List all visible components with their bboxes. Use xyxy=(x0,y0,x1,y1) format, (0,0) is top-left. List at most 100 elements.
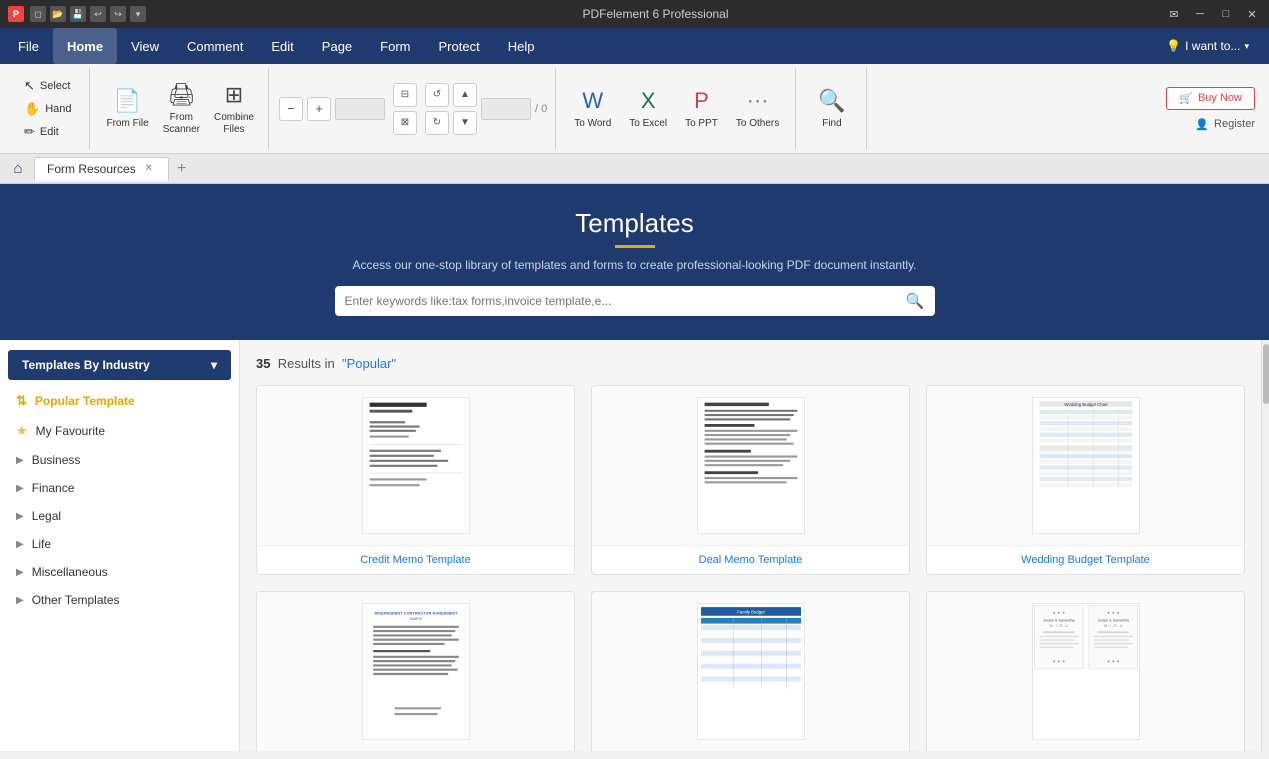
svg-text:INDEPENDENT CONTRACTOR AGREEME: INDEPENDENT CONTRACTOR AGREEMENT xyxy=(374,610,458,615)
svg-text:✦ ✦ ✦: ✦ ✦ ✦ xyxy=(1106,659,1120,664)
menu-page[interactable]: Page xyxy=(308,28,366,64)
rotate-right-button[interactable]: ↻ xyxy=(425,111,449,135)
zoom-in-button[interactable]: + xyxy=(307,97,331,121)
sidebar: Templates By Industry ▾ ⇅ Popular Templa… xyxy=(0,340,240,751)
i-want-to[interactable]: 💡 I want to... ▾ xyxy=(1158,35,1257,57)
sidebar-item-finance[interactable]: ▶ Finance xyxy=(0,474,239,502)
register-button[interactable]: 👤 Register xyxy=(1195,118,1255,131)
sidebar-business-label: Business xyxy=(32,453,81,467)
template-name-1: Credit Memo Template xyxy=(257,546,574,574)
menu-protect[interactable]: Protect xyxy=(425,28,494,64)
form-resources-tab[interactable]: Form Resources ✕ xyxy=(34,157,169,181)
templates-container: Templates Access our one-stop library of… xyxy=(0,184,1269,751)
minimize-button[interactable]: ─ xyxy=(1191,6,1209,22)
quick-access-more[interactable]: ▾ xyxy=(130,6,146,22)
open-icon[interactable]: 📂 xyxy=(50,6,66,22)
sidebar-item-favourite[interactable]: ★ My Favourite xyxy=(0,416,239,446)
sidebar-item-life[interactable]: ▶ Life xyxy=(0,530,239,558)
template-card-wedding-budget[interactable]: Wedding Budget Chart xyxy=(926,385,1245,575)
redo-icon[interactable]: ↪ xyxy=(110,6,126,22)
template-card-deal-memo[interactable]: Deal Memo Template xyxy=(591,385,910,575)
add-tab-button[interactable]: + xyxy=(171,158,193,180)
menu-comment[interactable]: Comment xyxy=(173,28,257,64)
template-name-3: Wedding Budget Template xyxy=(927,546,1244,574)
tools-group: ↖ Select ✋ Hand ✏ Edit xyxy=(6,68,90,149)
email-icon[interactable]: ✉ xyxy=(1165,6,1183,22)
template-card-wedding-program[interactable]: ✦ ✦ ✦ ✦ ✦ ✦ Jordan & Samantha Jordan & S… xyxy=(926,591,1245,751)
template-card-credit-memo[interactable]: Credit Memo Template xyxy=(256,385,575,575)
menu-home[interactable]: Home xyxy=(53,28,117,64)
menu-edit[interactable]: Edit xyxy=(257,28,307,64)
buy-now-button[interactable]: 🛒 Buy Now xyxy=(1166,87,1255,110)
arrow-icon: ▶ xyxy=(16,511,24,522)
sidebar-chevron-icon: ▾ xyxy=(211,358,217,372)
search-icon[interactable]: 🔍 xyxy=(906,292,925,310)
menu-form[interactable]: Form xyxy=(366,28,424,64)
close-button[interactable]: ✕ xyxy=(1243,6,1261,22)
hand-button[interactable]: ✋ Hand xyxy=(18,99,77,119)
chevron-down-icon: ▾ xyxy=(1244,41,1249,52)
tab-label: Form Resources xyxy=(47,162,136,176)
search-input[interactable] xyxy=(345,294,900,308)
from-scanner-button[interactable]: 🖨 FromScanner xyxy=(157,78,206,140)
to-others-button[interactable]: ⋯ To Others xyxy=(728,84,787,133)
tab-close-button[interactable]: ✕ xyxy=(142,162,156,176)
zoom-input[interactable] xyxy=(335,98,385,120)
maximize-button[interactable]: □ xyxy=(1217,6,1235,22)
scroll-thumb[interactable] xyxy=(1263,344,1269,404)
svg-text:✦ ✦ ✦: ✦ ✦ ✦ xyxy=(1106,610,1120,615)
sidebar-item-business[interactable]: ▶ Business xyxy=(0,446,239,474)
new-icon[interactable]: ◻ xyxy=(30,6,46,22)
scanner-icon: 🖨 xyxy=(167,82,195,108)
find-group: 🔍 Find xyxy=(798,68,866,149)
menu-help[interactable]: Help xyxy=(494,28,549,64)
edit-button[interactable]: ✏ Edit xyxy=(18,122,77,142)
templates-hero: Templates Access our one-stop library of… xyxy=(0,184,1269,340)
menu-view[interactable]: View xyxy=(117,28,173,64)
svg-text:✦ ✦ ✦: ✦ ✦ ✦ xyxy=(1052,610,1066,615)
from-file-button[interactable]: 📄 From File xyxy=(100,84,154,134)
fit-page-button[interactable]: ⊠ xyxy=(393,111,417,135)
svg-text:M - I - R - U: M - I - R - U xyxy=(1049,624,1068,628)
templates-grid-area: 35 Results in "Popular" xyxy=(240,340,1261,751)
template-card-family-budget[interactable]: Family Budget xyxy=(591,591,910,751)
templates-title: Templates xyxy=(24,208,1245,248)
to-excel-button[interactable]: X To Excel xyxy=(621,84,675,133)
hand-icon: ✋ xyxy=(24,101,40,117)
select-icon: ↖ xyxy=(24,78,35,94)
title-bar: P ◻ 📂 💾 ↩ ↪ ▾ PDFelement 6 Professional … xyxy=(0,0,1269,28)
menu-bar: File Home View Comment Edit Page Form Pr… xyxy=(0,28,1269,64)
arrow-icon: ▶ xyxy=(16,595,24,606)
selection-tools: ↖ Select ✋ Hand ✏ Edit xyxy=(14,74,81,144)
page-number-input[interactable] xyxy=(481,98,531,120)
sidebar-item-misc[interactable]: ▶ Miscellaneous xyxy=(0,558,239,586)
menu-file[interactable]: File xyxy=(4,28,53,64)
find-button[interactable]: 🔍 Find xyxy=(806,84,857,133)
sidebar-item-other[interactable]: ▶ Other Templates xyxy=(0,586,239,614)
template-card-contractor[interactable]: INDEPENDENT CONTRACTOR AGREEMENT SAMPLE xyxy=(256,591,575,751)
combine-files-button[interactable]: ⊞ CombineFiles xyxy=(208,78,260,140)
sidebar-item-popular[interactable]: ⇅ Popular Template xyxy=(0,386,239,416)
fit-width-button[interactable]: ⊟ xyxy=(393,83,417,107)
template-name-2: Deal Memo Template xyxy=(592,546,909,574)
select-button[interactable]: ↖ Select xyxy=(18,76,77,96)
templates-grid: Credit Memo Template xyxy=(256,385,1245,751)
undo-icon[interactable]: ↩ xyxy=(90,6,106,22)
sidebar-item-legal[interactable]: ▶ Legal xyxy=(0,502,239,530)
to-word-button[interactable]: W To Word xyxy=(566,84,619,133)
templates-subtitle: Access our one-stop library of templates… xyxy=(24,258,1245,272)
svg-text:Jordan & Samantha: Jordan & Samantha xyxy=(1043,618,1075,622)
page-up-button[interactable]: ▲ xyxy=(453,83,477,107)
scrollbar[interactable] xyxy=(1261,340,1269,751)
page-down-button[interactable]: ▼ xyxy=(453,111,477,135)
zoom-out-button[interactable]: − xyxy=(279,97,303,121)
nav-group: − + ⊟ ⊠ ↺ ↻ ▲ ▼ / 0 xyxy=(271,68,556,149)
save-icon[interactable]: 💾 xyxy=(70,6,86,22)
rotate-left-button[interactable]: ↺ xyxy=(425,83,449,107)
sidebar-finance-label: Finance xyxy=(32,481,75,495)
to-ppt-button[interactable]: P To PPT xyxy=(677,84,726,133)
arrow-icon: ▶ xyxy=(16,539,24,550)
arrow-icon: ▶ xyxy=(16,455,24,466)
home-tab-button[interactable]: ⌂ xyxy=(4,158,32,180)
page-navigation: − + ⊟ ⊠ ↺ ↻ ▲ ▼ / 0 xyxy=(279,83,547,135)
